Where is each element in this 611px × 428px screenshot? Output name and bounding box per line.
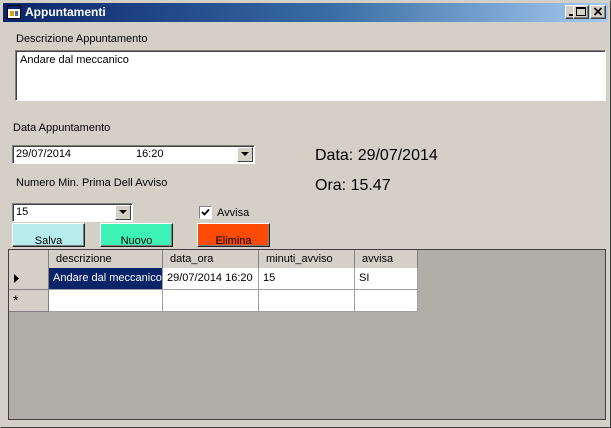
minuti-select[interactable]: 15 <box>12 203 133 222</box>
nuovo-button[interactable]: Nuovo <box>100 223 173 247</box>
data-time-value: 16:20 <box>136 148 164 160</box>
checkmark-icon <box>201 208 210 216</box>
avvisa-checkbox[interactable] <box>199 206 212 219</box>
new-cell-minuti-avviso[interactable] <box>259 290 355 312</box>
new-cell-avvisa[interactable] <box>355 290 418 312</box>
data-display: Data: 29/07/2014 <box>315 147 438 164</box>
window-title: Appuntamenti <box>25 5 106 19</box>
date-dropdown-button[interactable] <box>237 147 253 162</box>
cell-avvisa[interactable]: SI <box>355 268 418 290</box>
data-appuntamento-picker[interactable]: 29/07/2014 16:20 <box>12 145 255 164</box>
descrizione-input[interactable]: Andare dal meccanico <box>15 50 606 101</box>
chevron-down-icon <box>119 210 127 214</box>
close-icon <box>593 7 603 16</box>
maximize-button[interactable] <box>573 5 589 19</box>
title-bar[interactable]: Appuntamenti <box>3 3 608 22</box>
new-row[interactable]: * <box>9 290 418 312</box>
descrizione-label: Descrizione Appuntamento <box>16 33 148 45</box>
data-date-value: 29/07/2014 <box>16 148 72 160</box>
appuntamenti-grid[interactable]: descrizione data_ora minuti_avviso avvis… <box>8 249 606 420</box>
close-button[interactable] <box>590 5 606 19</box>
cell-descrizione[interactable]: Andare dal meccanico <box>49 268 163 290</box>
app-icon <box>7 5 21 19</box>
new-row-marker[interactable]: * <box>9 290 49 312</box>
cell-data-ora[interactable]: 29/07/2014 16:20 <box>163 268 259 290</box>
triangle-right-icon <box>14 274 19 283</box>
cell-minuti-avviso[interactable]: 15 <box>259 268 355 290</box>
elimina-button[interactable]: Elimina <box>197 223 270 247</box>
app-window: Appuntamenti Descrizione Appuntamento An… <box>0 0 611 428</box>
new-cell-data-ora[interactable] <box>163 290 259 312</box>
row-header[interactable] <box>9 268 49 290</box>
data-appuntamento-label: Data Appuntamento <box>13 122 111 134</box>
minuti-dropdown-button[interactable] <box>115 205 131 220</box>
ora-display: Ora: 15.47 <box>315 177 391 194</box>
table-row[interactable]: Andare dal meccanico 29/07/2014 16:20 15… <box>9 268 418 290</box>
maximize-icon <box>576 7 586 16</box>
salva-button[interactable]: Salva <box>12 223 85 247</box>
avvisa-label: Avvisa <box>217 207 250 219</box>
minuti-value: 15 <box>16 206 29 218</box>
minuti-label: Numero Min. Prima Dell Avviso <box>16 177 168 189</box>
chevron-down-icon <box>241 152 249 156</box>
new-cell-descrizione[interactable] <box>49 290 163 312</box>
